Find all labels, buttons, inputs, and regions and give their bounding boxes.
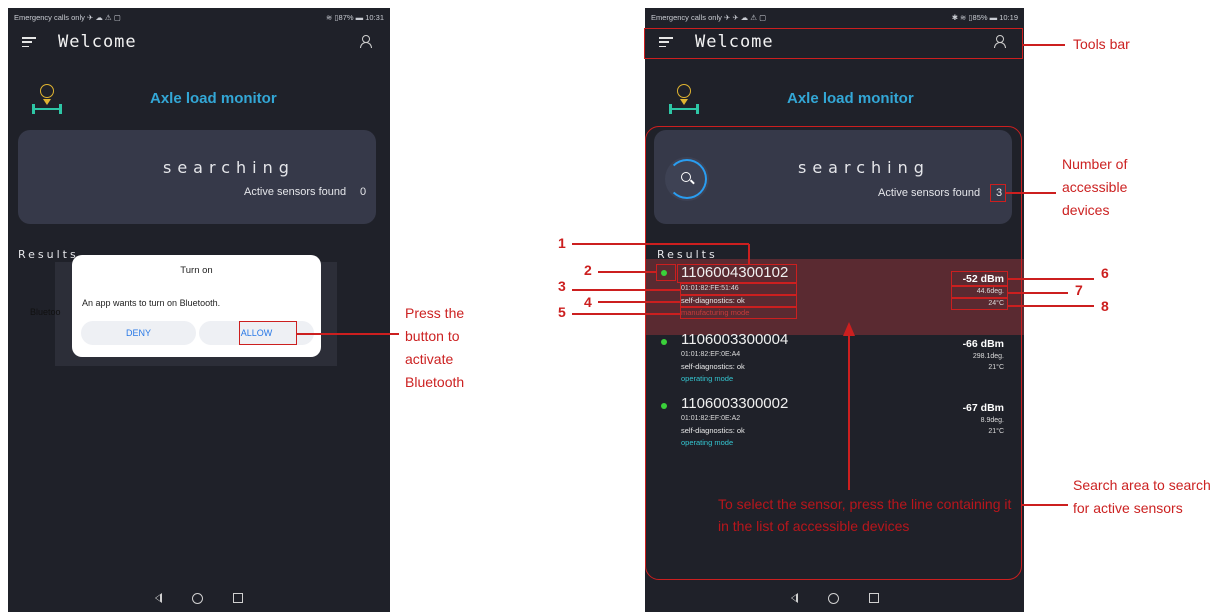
toolbar-highlight-box [644,28,1023,59]
recent-apps-icon[interactable] [233,593,243,603]
callout-number-1: 1 [558,235,566,251]
callout-number-7: 7 [1075,282,1083,298]
callout-number-4: 4 [584,294,592,310]
callout-box-7 [951,286,1008,298]
toolbar: Welcome [8,26,390,58]
callout-box-1 [677,264,797,283]
active-sensors-label: Active sensors found [244,186,347,198]
partial-bluetooth-text: Bluetoo [30,307,61,317]
back-icon[interactable] [790,593,798,603]
status-bar: Emergency calls only ✈ ☁ ⚠ ▢ ≋ ▯87% ▬ 10… [8,8,390,26]
active-sensors-count: 0 [360,186,367,198]
profile-icon[interactable] [360,35,372,48]
back-icon[interactable] [155,593,162,603]
axle-logo-icon [30,84,66,118]
callout-number-2: 2 [584,262,592,278]
press-button-annotation: Press the button to activate Bluetooth [405,305,465,390]
callout-vline-1 [748,244,750,264]
allow-leader-line [297,333,399,335]
number-devices-annotation: Number of accessible devices [1062,156,1128,218]
callout-line-8 [1008,305,1094,307]
dialog-title: Turn on [180,265,213,276]
callout-box-2 [656,264,676,281]
callout-line-4 [598,301,680,303]
search-area-leader-line [1022,504,1068,506]
menu-icon[interactable] [22,37,36,47]
nav-bar [645,584,1024,612]
callout-number-8: 8 [1101,298,1109,314]
home-icon[interactable] [827,592,839,604]
search-area-annotation: Search area to search for active sensors [1073,477,1211,516]
search-card: searching Active sensors found 0 [18,130,376,224]
status-left-text: Emergency calls only ✈ ✈ ☁ ⚠ ▢ [651,12,767,22]
callout-number-3: 3 [558,278,566,294]
app-title: Welcome [58,32,137,52]
nav-bar [8,584,390,612]
brand-title: Axle load monitor [787,90,914,107]
select-arrow-line [848,334,850,490]
callout-box-6 [951,271,1008,286]
allow-highlight-box [239,321,297,345]
select-hint-text: To select the sensor, press the line con… [718,496,1012,534]
status-right-text: ✱ ≋ ▯85% ▬ 10:19 [951,12,1018,22]
results-label: Results [18,248,79,261]
callout-number-6: 6 [1101,265,1109,281]
callout-line-2 [598,271,656,273]
home-icon[interactable] [192,592,203,604]
status-right-text: ≋ ▯87% ▬ 10:31 [326,12,384,22]
deny-button[interactable]: DENY [81,321,196,345]
callout-line-5 [572,313,680,315]
recent-apps-icon[interactable] [868,593,879,603]
callout-line-1 [572,243,749,245]
left-phone-screen: Emergency calls only ✈ ☁ ⚠ ▢ ≋ ▯87% ▬ 10… [8,8,390,612]
axle-logo-icon [667,84,703,118]
toolbar-leader-line [1023,44,1065,46]
tools-bar-annotation: Tools bar [1073,36,1130,52]
status-left-text: Emergency calls only ✈ ☁ ⚠ ▢ [14,12,121,22]
callout-number-5: 5 [558,304,566,320]
callout-line-7 [1008,292,1068,294]
callout-box-3 [680,283,797,295]
dialog-message: An app wants to turn on Bluetooth. [82,298,221,308]
brand-title: Axle load monitor [150,90,277,107]
callout-box-4 [680,295,797,307]
callout-box-5 [680,307,797,319]
searching-label: searching [163,158,295,177]
status-bar: Emergency calls only ✈ ✈ ☁ ⚠ ▢ ✱ ≋ ▯85% … [645,8,1024,26]
callout-line-6 [1008,278,1094,280]
callout-box-8 [951,298,1008,310]
callout-line-3 [572,289,680,291]
